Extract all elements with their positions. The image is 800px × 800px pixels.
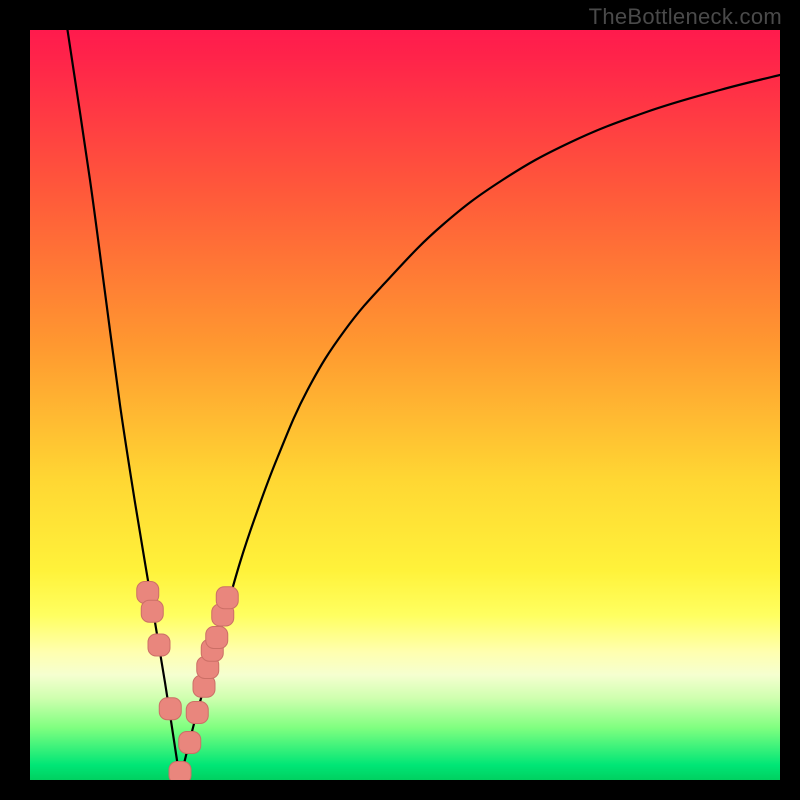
chart-frame: TheBottleneck.com [0,0,800,800]
data-marker [169,762,191,781]
watermark-text: TheBottleneck.com [589,4,782,30]
plot-area [30,30,780,780]
data-marker [148,634,170,656]
marker-group [137,582,239,781]
data-marker [159,698,181,720]
bottleneck-curve [68,30,781,780]
data-marker [141,600,163,622]
data-marker [186,702,208,724]
curve-layer [30,30,780,780]
data-marker [179,732,201,754]
data-marker [216,587,238,609]
data-marker [206,627,228,649]
